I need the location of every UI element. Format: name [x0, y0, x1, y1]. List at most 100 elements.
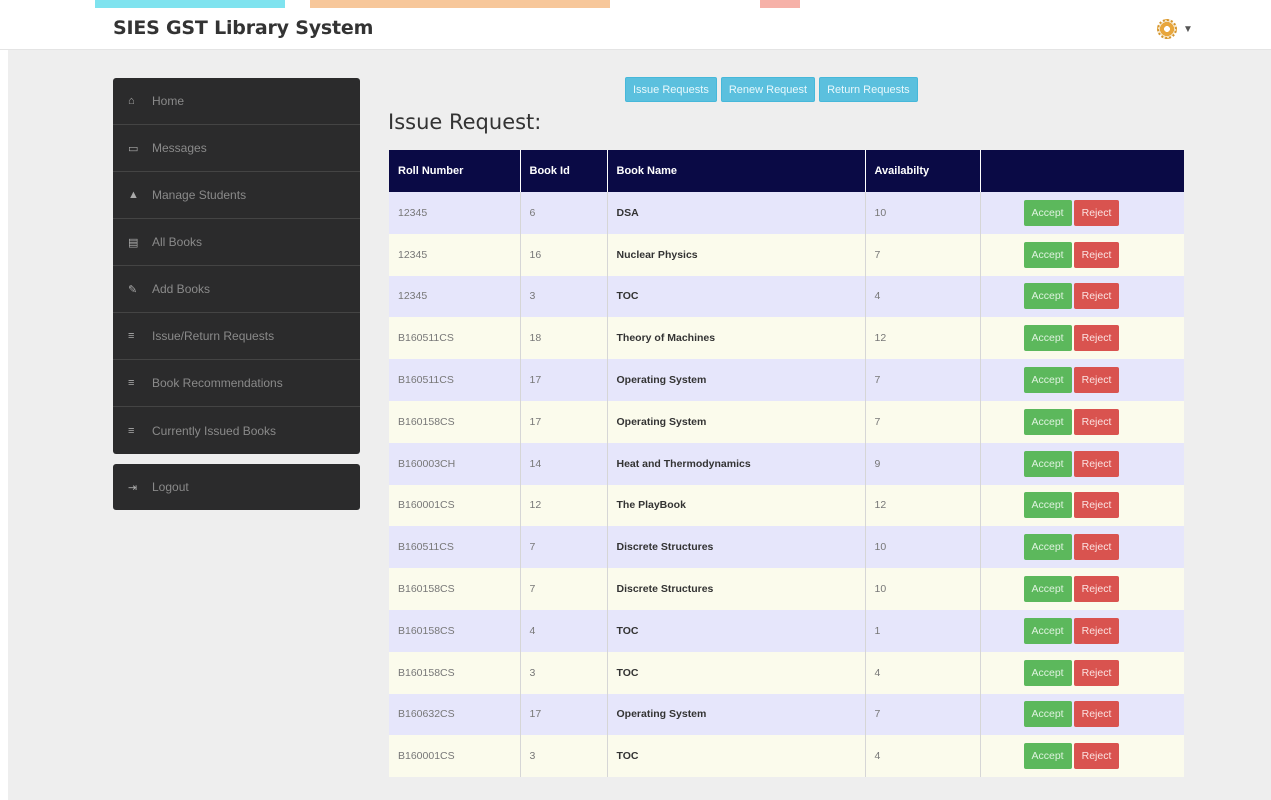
- sidebar-item-book-recommendations[interactable]: ≡ Book Recommendations: [113, 360, 360, 407]
- book-name-cell: Operating System: [607, 693, 866, 736]
- roll-number-cell: B160001CS: [389, 484, 521, 527]
- sidebar-item-label: Issue/Return Requests: [152, 329, 275, 343]
- table-row: 12345 6 DSA 10 Accept Reject: [389, 192, 1184, 234]
- sidebar-item-issue-return-requests[interactable]: ≡ Issue/Return Requests: [113, 313, 360, 360]
- sidebar-item-messages[interactable]: ▭ Messages: [113, 125, 360, 172]
- table-row: B160158CS 4 TOC 1 Accept Reject: [389, 609, 1184, 652]
- reject-button[interactable]: Reject: [1073, 492, 1120, 519]
- user-icon: ▲: [128, 189, 139, 201]
- book-id-cell: 3: [520, 651, 608, 694]
- tab-issue-requests[interactable]: Issue Requests: [625, 77, 717, 102]
- reject-button[interactable]: Reject: [1073, 576, 1120, 603]
- availability-cell: 10: [865, 568, 981, 610]
- roll-number-cell: B160158CS: [389, 651, 521, 694]
- accept-button[interactable]: Accept: [1023, 325, 1072, 352]
- user-menu[interactable]: ▼: [1157, 18, 1193, 40]
- tab-renew-request[interactable]: Renew Request: [720, 77, 816, 102]
- availability-cell: 7: [865, 359, 981, 401]
- table-row: B160632CS 17 Operating System 7 Accept Reject: [389, 693, 1184, 736]
- reject-button[interactable]: Reject: [1073, 199, 1120, 226]
- availability-cell: 10: [865, 192, 981, 234]
- accept-button[interactable]: Accept: [1023, 534, 1072, 561]
- request-tabs: Issue Requests Renew Request Return Requ…: [625, 77, 918, 102]
- column-header-availability: Availabilty: [865, 150, 981, 192]
- roll-number-cell: B160003CH: [389, 442, 521, 485]
- roll-number-cell: B160632CS: [389, 693, 521, 736]
- user-avatar-icon: [1157, 19, 1177, 39]
- tab-return-requests[interactable]: Return Requests: [819, 77, 918, 102]
- roll-number-cell: B160001CS: [389, 735, 521, 778]
- reject-button[interactable]: Reject: [1073, 450, 1120, 477]
- book-name-cell: Operating System: [607, 400, 866, 443]
- book-id-cell: 14: [520, 442, 608, 485]
- reject-button[interactable]: Reject: [1073, 743, 1120, 770]
- reject-button[interactable]: Reject: [1073, 408, 1120, 435]
- sidebar-item-home[interactable]: ⌂ Home: [113, 78, 360, 125]
- actions-cell: Accept Reject: [980, 568, 1184, 610]
- reject-button[interactable]: Reject: [1073, 367, 1120, 394]
- sidebar-menu: ⌂ Home ▭ Messages ▲ Manage Students ▤ Al…: [113, 78, 360, 454]
- accept-button[interactable]: Accept: [1023, 283, 1072, 310]
- roll-number-cell: B160511CS: [389, 317, 521, 360]
- book-id-cell: 17: [520, 359, 608, 401]
- availability-cell: 7: [865, 400, 981, 443]
- accept-button[interactable]: Accept: [1023, 450, 1072, 477]
- actions-cell: Accept Reject: [980, 526, 1184, 569]
- column-header-actions: [980, 150, 1184, 192]
- accept-button[interactable]: Accept: [1023, 367, 1072, 394]
- book-name-cell: TOC: [607, 275, 866, 318]
- reject-button[interactable]: Reject: [1073, 325, 1120, 352]
- reject-button[interactable]: Reject: [1073, 659, 1120, 686]
- availability-cell: 1: [865, 609, 981, 652]
- availability-cell: 7: [865, 693, 981, 736]
- book-id-cell: 17: [520, 693, 608, 736]
- sidebar-item-manage-students[interactable]: ▲ Manage Students: [113, 172, 360, 219]
- actions-cell: Accept Reject: [980, 693, 1184, 736]
- accept-button[interactable]: Accept: [1023, 659, 1072, 686]
- table-row: B160158CS 3 TOC 4 Accept Reject: [389, 651, 1184, 694]
- book-id-cell: 12: [520, 484, 608, 527]
- accept-button[interactable]: Accept: [1023, 743, 1072, 770]
- accept-button[interactable]: Accept: [1023, 576, 1072, 603]
- accept-button[interactable]: Accept: [1023, 408, 1072, 435]
- list-icon: ≡: [128, 377, 135, 389]
- availability-cell: 4: [865, 275, 981, 318]
- reject-button[interactable]: Reject: [1073, 534, 1120, 561]
- book-id-cell: 7: [520, 526, 608, 569]
- sidebar-item-all-books[interactable]: ▤ All Books: [113, 219, 360, 266]
- book-name-cell: TOC: [607, 651, 866, 694]
- table-row: B160511CS 7 Discrete Structures 10 Accept Rej…: [389, 526, 1184, 569]
- app-title[interactable]: SIES GST Library System: [113, 17, 373, 39]
- accept-button[interactable]: Accept: [1023, 617, 1072, 644]
- actions-cell: Accept Reject: [980, 484, 1184, 527]
- accept-button[interactable]: Accept: [1023, 701, 1072, 728]
- logout-button[interactable]: ⇥ Logout: [113, 464, 360, 510]
- home-icon: ⌂: [128, 95, 135, 107]
- actions-cell: Accept Reject: [980, 275, 1184, 318]
- logout-icon: ⇥: [128, 481, 138, 494]
- availability-cell: 7: [865, 233, 981, 276]
- reject-button[interactable]: Reject: [1073, 617, 1120, 644]
- reject-button[interactable]: Reject: [1073, 241, 1120, 268]
- book-name-cell: Nuclear Physics: [607, 233, 866, 276]
- book-id-cell: 17: [520, 400, 608, 443]
- list-icon: ≡: [128, 330, 135, 342]
- actions-cell: Accept Reject: [980, 400, 1184, 443]
- accept-button[interactable]: Accept: [1023, 199, 1072, 226]
- sidebar-item-currently-issued-books[interactable]: ≡ Currently Issued Books: [113, 407, 360, 454]
- accept-button[interactable]: Accept: [1023, 241, 1072, 268]
- actions-cell: Accept Reject: [980, 233, 1184, 276]
- availability-cell: 9: [865, 442, 981, 485]
- sidebar-item-label: Manage Students: [152, 188, 247, 202]
- table-row: B160003CH 14 Heat and Thermodynamics 9 Accep…: [389, 442, 1184, 485]
- book-name-cell: TOC: [607, 735, 866, 778]
- sidebar-item-add-books[interactable]: ✎ Add Books: [113, 266, 360, 313]
- accept-button[interactable]: Accept: [1023, 492, 1072, 519]
- roll-number-cell: B160158CS: [389, 568, 521, 610]
- sidebar-item-label: Messages: [152, 141, 207, 155]
- table-row: B160001CS 3 TOC 4 Accept Reject: [389, 735, 1184, 778]
- page-content: ⌂ Home ▭ Messages ▲ Manage Students ▤ Al…: [8, 50, 1271, 800]
- book-name-cell: Heat and Thermodynamics: [607, 442, 866, 485]
- reject-button[interactable]: Reject: [1073, 701, 1120, 728]
- reject-button[interactable]: Reject: [1073, 283, 1120, 310]
